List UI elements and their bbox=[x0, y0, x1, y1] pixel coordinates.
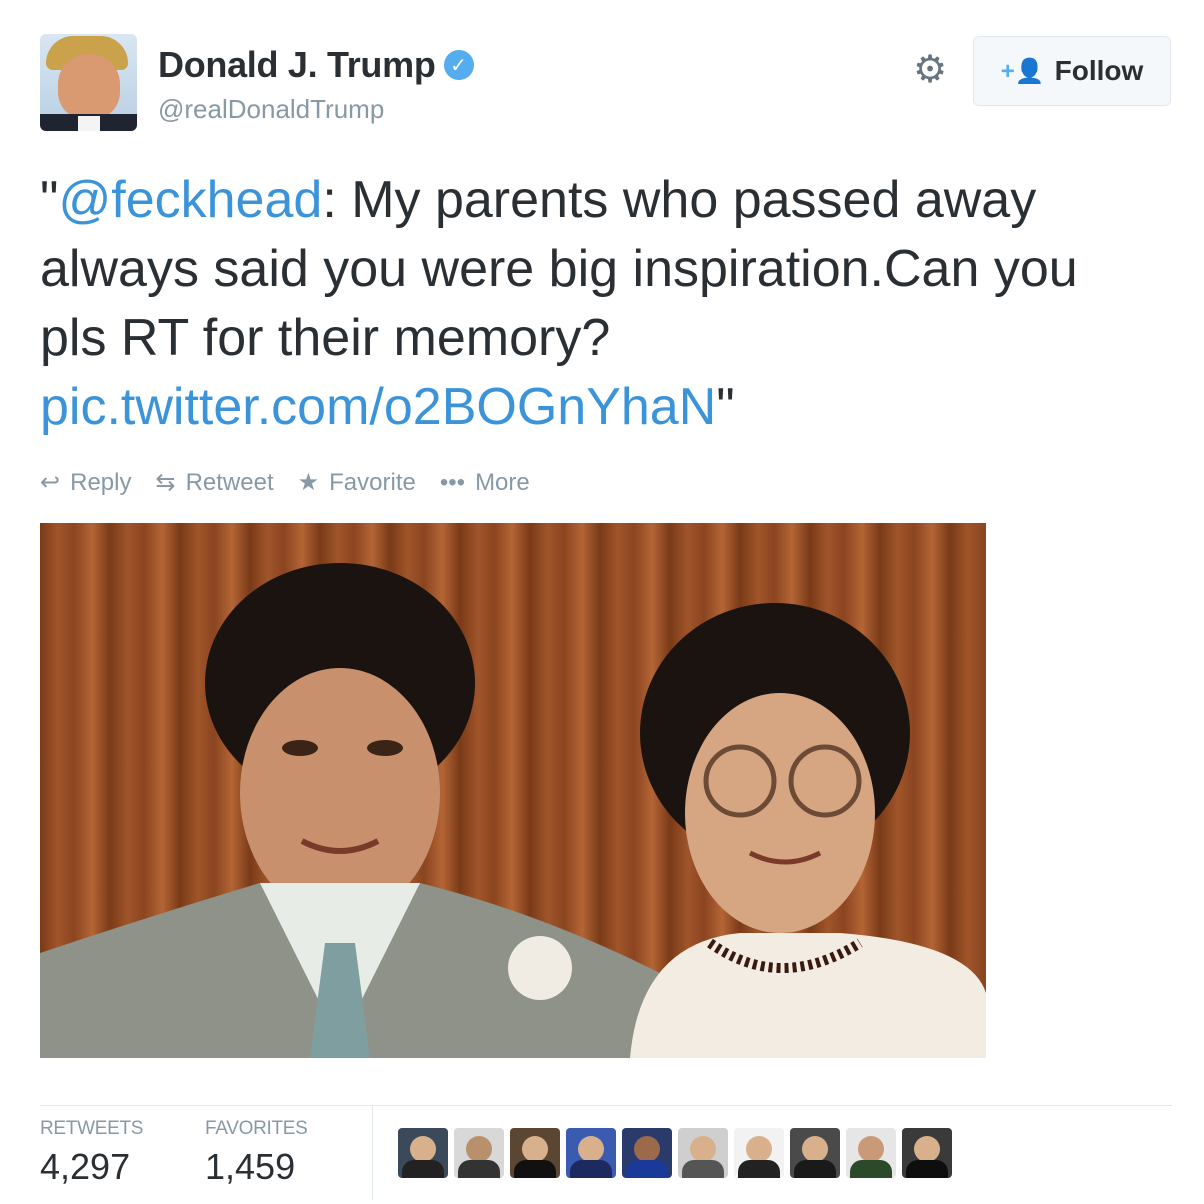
favoriter-avatar[interactable] bbox=[734, 1128, 784, 1178]
follow-button[interactable]: +👤 Follow bbox=[973, 36, 1171, 106]
reply-label: Reply bbox=[70, 468, 132, 496]
reply-button[interactable]: ↩ Reply bbox=[40, 468, 131, 497]
quote-close: " bbox=[716, 378, 735, 436]
more-icon: ••• bbox=[439, 468, 466, 496]
user-name[interactable]: Donald J. Trump bbox=[158, 44, 436, 86]
retweets-label[interactable]: RETWEETS bbox=[40, 1118, 143, 1140]
favorite-button[interactable]: ★ Favorite bbox=[298, 468, 416, 497]
stats-separator bbox=[372, 1106, 373, 1200]
avatar-shirt bbox=[78, 116, 100, 131]
retweet-icon: ⇆ bbox=[155, 469, 176, 496]
favoriter-avatar[interactable] bbox=[454, 1128, 504, 1178]
favorite-label: Favorite bbox=[329, 468, 416, 496]
favoriter-avatar[interactable] bbox=[678, 1128, 728, 1178]
retweet-label: Retweet bbox=[185, 468, 274, 496]
favoriter-avatar[interactable] bbox=[566, 1128, 616, 1178]
tweet-photo[interactable] bbox=[40, 523, 986, 1058]
user-name-row[interactable]: Donald J. Trump ✓ bbox=[158, 44, 474, 86]
stats-divider bbox=[40, 1105, 1172, 1106]
pic-link[interactable]: pic.twitter.com/o2BOGnYhaN bbox=[40, 378, 716, 436]
tweet-actions: ↩ Reply ⇆ Retweet ★ Favorite ••• More bbox=[40, 468, 554, 497]
favoriter-avatar[interactable] bbox=[398, 1128, 448, 1178]
favorites-count[interactable]: 1,459 bbox=[205, 1146, 295, 1188]
favoriter-avatar[interactable] bbox=[622, 1128, 672, 1178]
add-user-icon: +👤 bbox=[1000, 57, 1045, 85]
avatar-face bbox=[58, 54, 120, 120]
favoriters-avatars bbox=[398, 1128, 952, 1178]
woman-dress bbox=[630, 933, 986, 1058]
favoriter-avatar[interactable] bbox=[790, 1128, 840, 1178]
verified-badge-icon: ✓ bbox=[443, 50, 474, 80]
reply-icon: ↩ bbox=[40, 469, 61, 496]
user-handle[interactable]: @realDonaldTrump bbox=[158, 94, 384, 125]
tweet-text: "@feckhead: My parents who passed away a… bbox=[40, 166, 1120, 442]
quote-open: " bbox=[40, 171, 59, 229]
photo-illustration bbox=[40, 563, 986, 1058]
mention-link[interactable]: @feckhead bbox=[58, 171, 322, 229]
user-avatar[interactable] bbox=[40, 34, 137, 131]
man-face bbox=[240, 668, 440, 918]
flower bbox=[508, 936, 572, 1000]
retweet-button[interactable]: ⇆ Retweet bbox=[155, 468, 273, 497]
more-button[interactable]: ••• More bbox=[440, 469, 530, 497]
retweets-count[interactable]: 4,297 bbox=[40, 1146, 130, 1188]
star-icon: ★ bbox=[297, 469, 320, 496]
more-label: More bbox=[475, 468, 530, 496]
favoriter-avatar[interactable] bbox=[902, 1128, 952, 1178]
gear-icon[interactable]: ⚙ bbox=[910, 50, 950, 90]
favorites-label[interactable]: FAVORITES bbox=[205, 1118, 308, 1140]
follow-label: Follow bbox=[1054, 55, 1144, 86]
woman-face bbox=[685, 693, 875, 933]
favoriter-avatar[interactable] bbox=[846, 1128, 896, 1178]
favoriter-avatar[interactable] bbox=[510, 1128, 560, 1178]
